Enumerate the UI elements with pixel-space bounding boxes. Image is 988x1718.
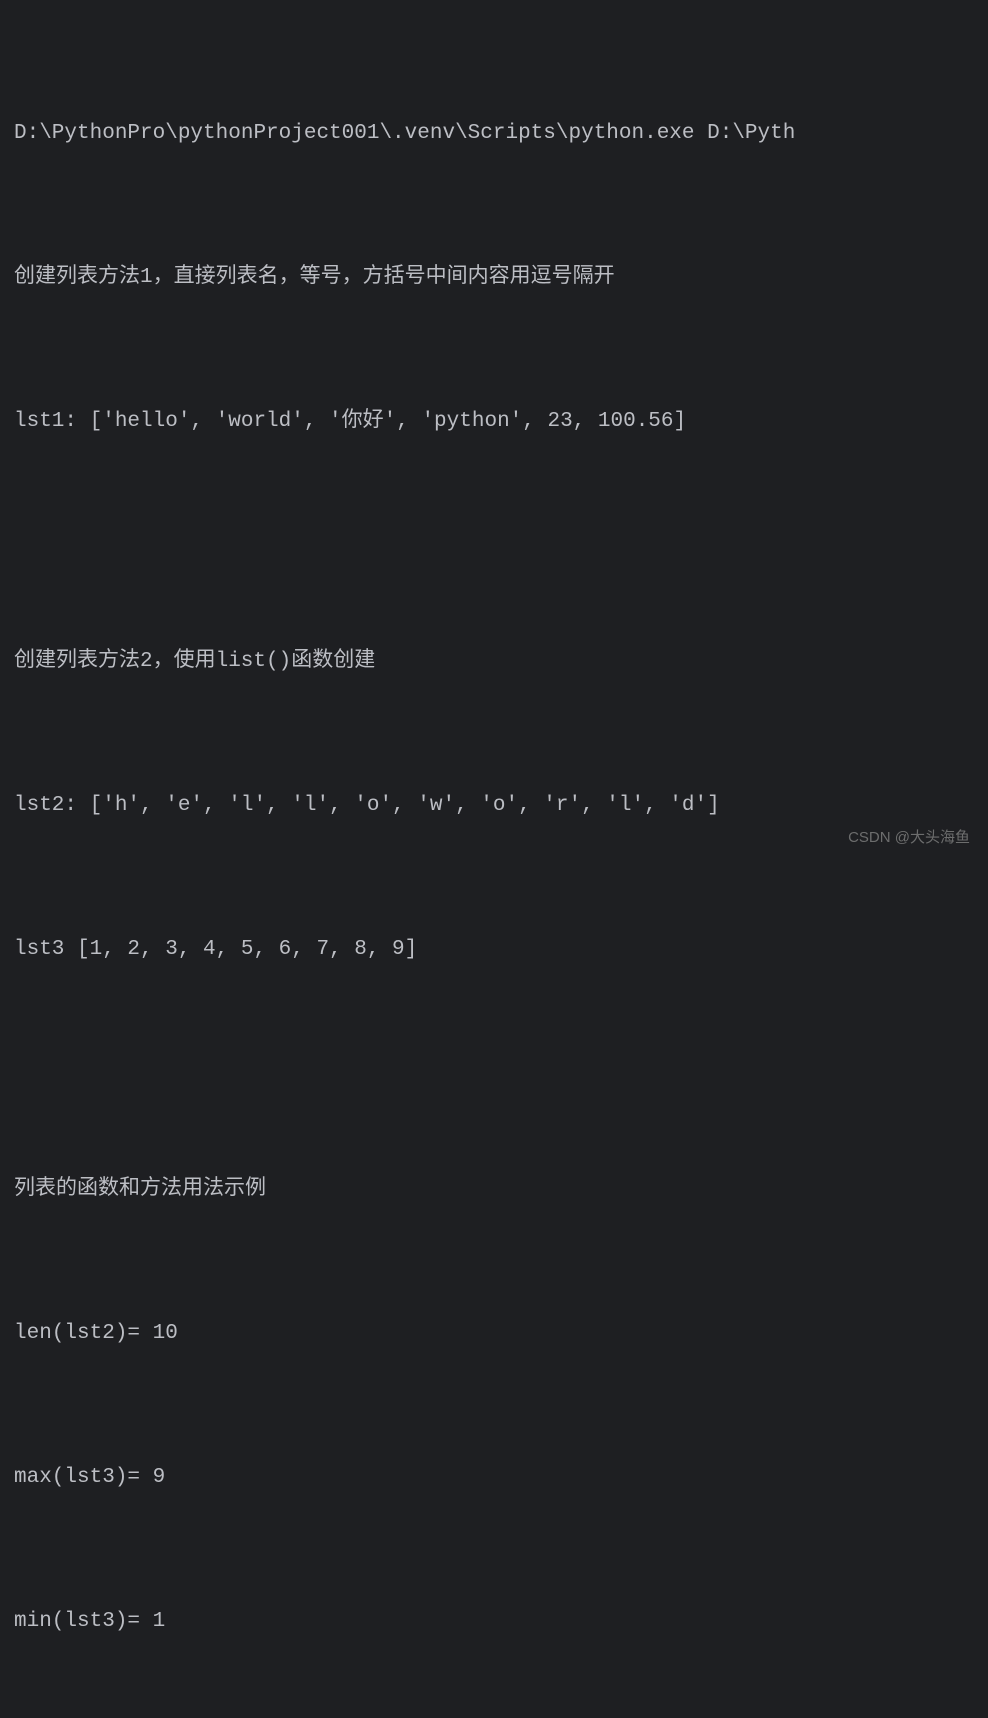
console-line: D:\PythonPro\pythonProject001\.venv\Scri…	[14, 110, 988, 158]
console-line: lst1: ['hello', 'world', '你好', 'python',…	[14, 398, 988, 446]
watermark-text: CSDN @大头海鱼	[848, 826, 970, 847]
console-output: D:\PythonPro\pythonProject001\.venv\Scri…	[14, 14, 988, 1718]
console-line: len(lst2)= 10	[14, 1310, 988, 1358]
console-line: min(lst3)= 1	[14, 1598, 988, 1646]
console-line: lst2: ['h', 'e', 'l', 'l', 'o', 'w', 'o'…	[14, 782, 988, 830]
console-line: 创建列表方法2，使用list()函数创建	[14, 638, 988, 686]
console-line: lst3 [1, 2, 3, 4, 5, 6, 7, 8, 9]	[14, 926, 988, 974]
console-line: max(lst3)= 9	[14, 1454, 988, 1502]
console-line: 创建列表方法1，直接列表名，等号，方括号中间内容用逗号隔开	[14, 254, 988, 302]
console-line: 列表的函数和方法用法示例	[14, 1166, 988, 1214]
